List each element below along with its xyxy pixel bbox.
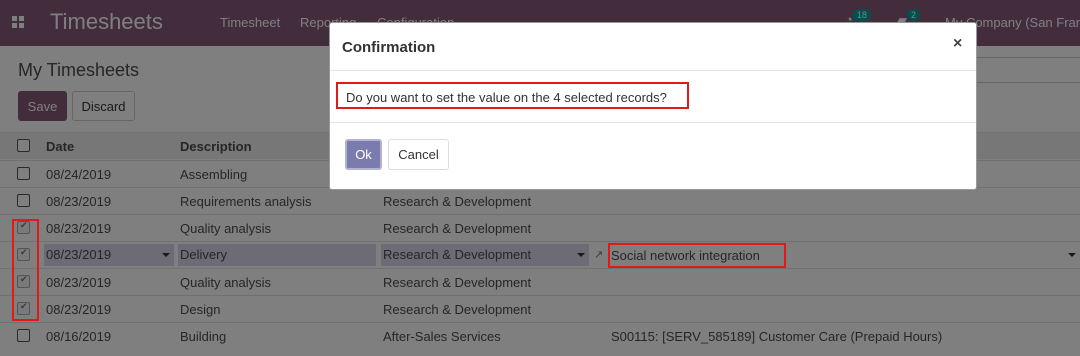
- ok-button[interactable]: Ok: [345, 139, 382, 170]
- divider: [330, 70, 976, 71]
- divider: [330, 122, 976, 123]
- cancel-button[interactable]: Cancel: [388, 139, 449, 170]
- confirmation-dialog: Confirmation × Do you want to set the va…: [329, 22, 977, 190]
- dialog-title: Confirmation: [342, 39, 436, 56]
- selected-checkboxes-highlight: [12, 219, 39, 321]
- task-field-highlight: [608, 243, 786, 268]
- close-icon[interactable]: ×: [953, 35, 962, 53]
- message-highlight: [336, 82, 689, 109]
